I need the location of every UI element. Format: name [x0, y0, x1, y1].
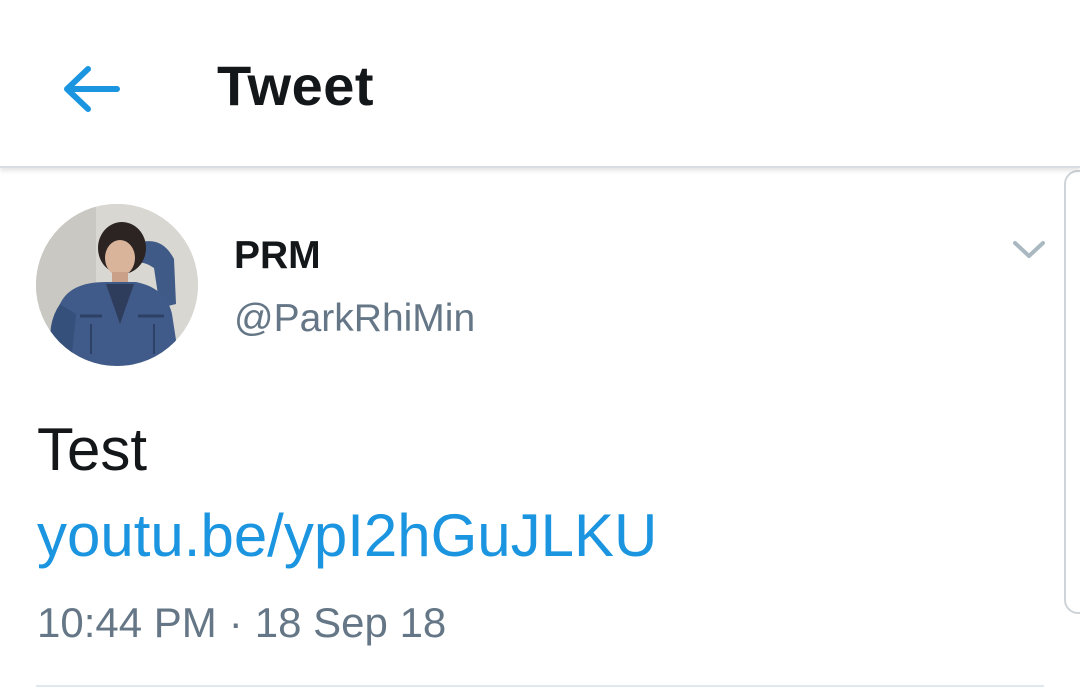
divider: [36, 685, 1044, 687]
author-handle[interactable]: @ParkRhiMin: [234, 296, 475, 342]
tweet-timestamp: 10:44 PM · 18 Sep 18: [37, 598, 446, 648]
tweet-text: Test: [37, 416, 148, 483]
avatar[interactable]: [36, 204, 198, 366]
tweet-link[interactable]: youtu.be/ypI2hGuJLKU: [37, 499, 657, 573]
tweet-options-button[interactable]: [1004, 230, 1054, 270]
back-button[interactable]: [48, 50, 134, 128]
app-header: Tweet: [0, 0, 1080, 168]
author-display-name[interactable]: PRM: [234, 234, 321, 278]
tweet-time: 10:44 PM: [37, 599, 217, 646]
page-title: Tweet: [217, 54, 375, 117]
chevron-down-icon: [1013, 241, 1045, 258]
meta-separator: ·: [228, 599, 243, 646]
arrow-left-icon: [64, 66, 120, 112]
tweet-date: 18 Sep 18: [254, 599, 447, 646]
profile-photo: [36, 204, 198, 366]
tweet-detail: PRM @ParkRhiMin Test youtu.be/ypI2hGuJLK…: [0, 168, 1066, 689]
edge-scroll-handle[interactable]: [1064, 170, 1080, 614]
